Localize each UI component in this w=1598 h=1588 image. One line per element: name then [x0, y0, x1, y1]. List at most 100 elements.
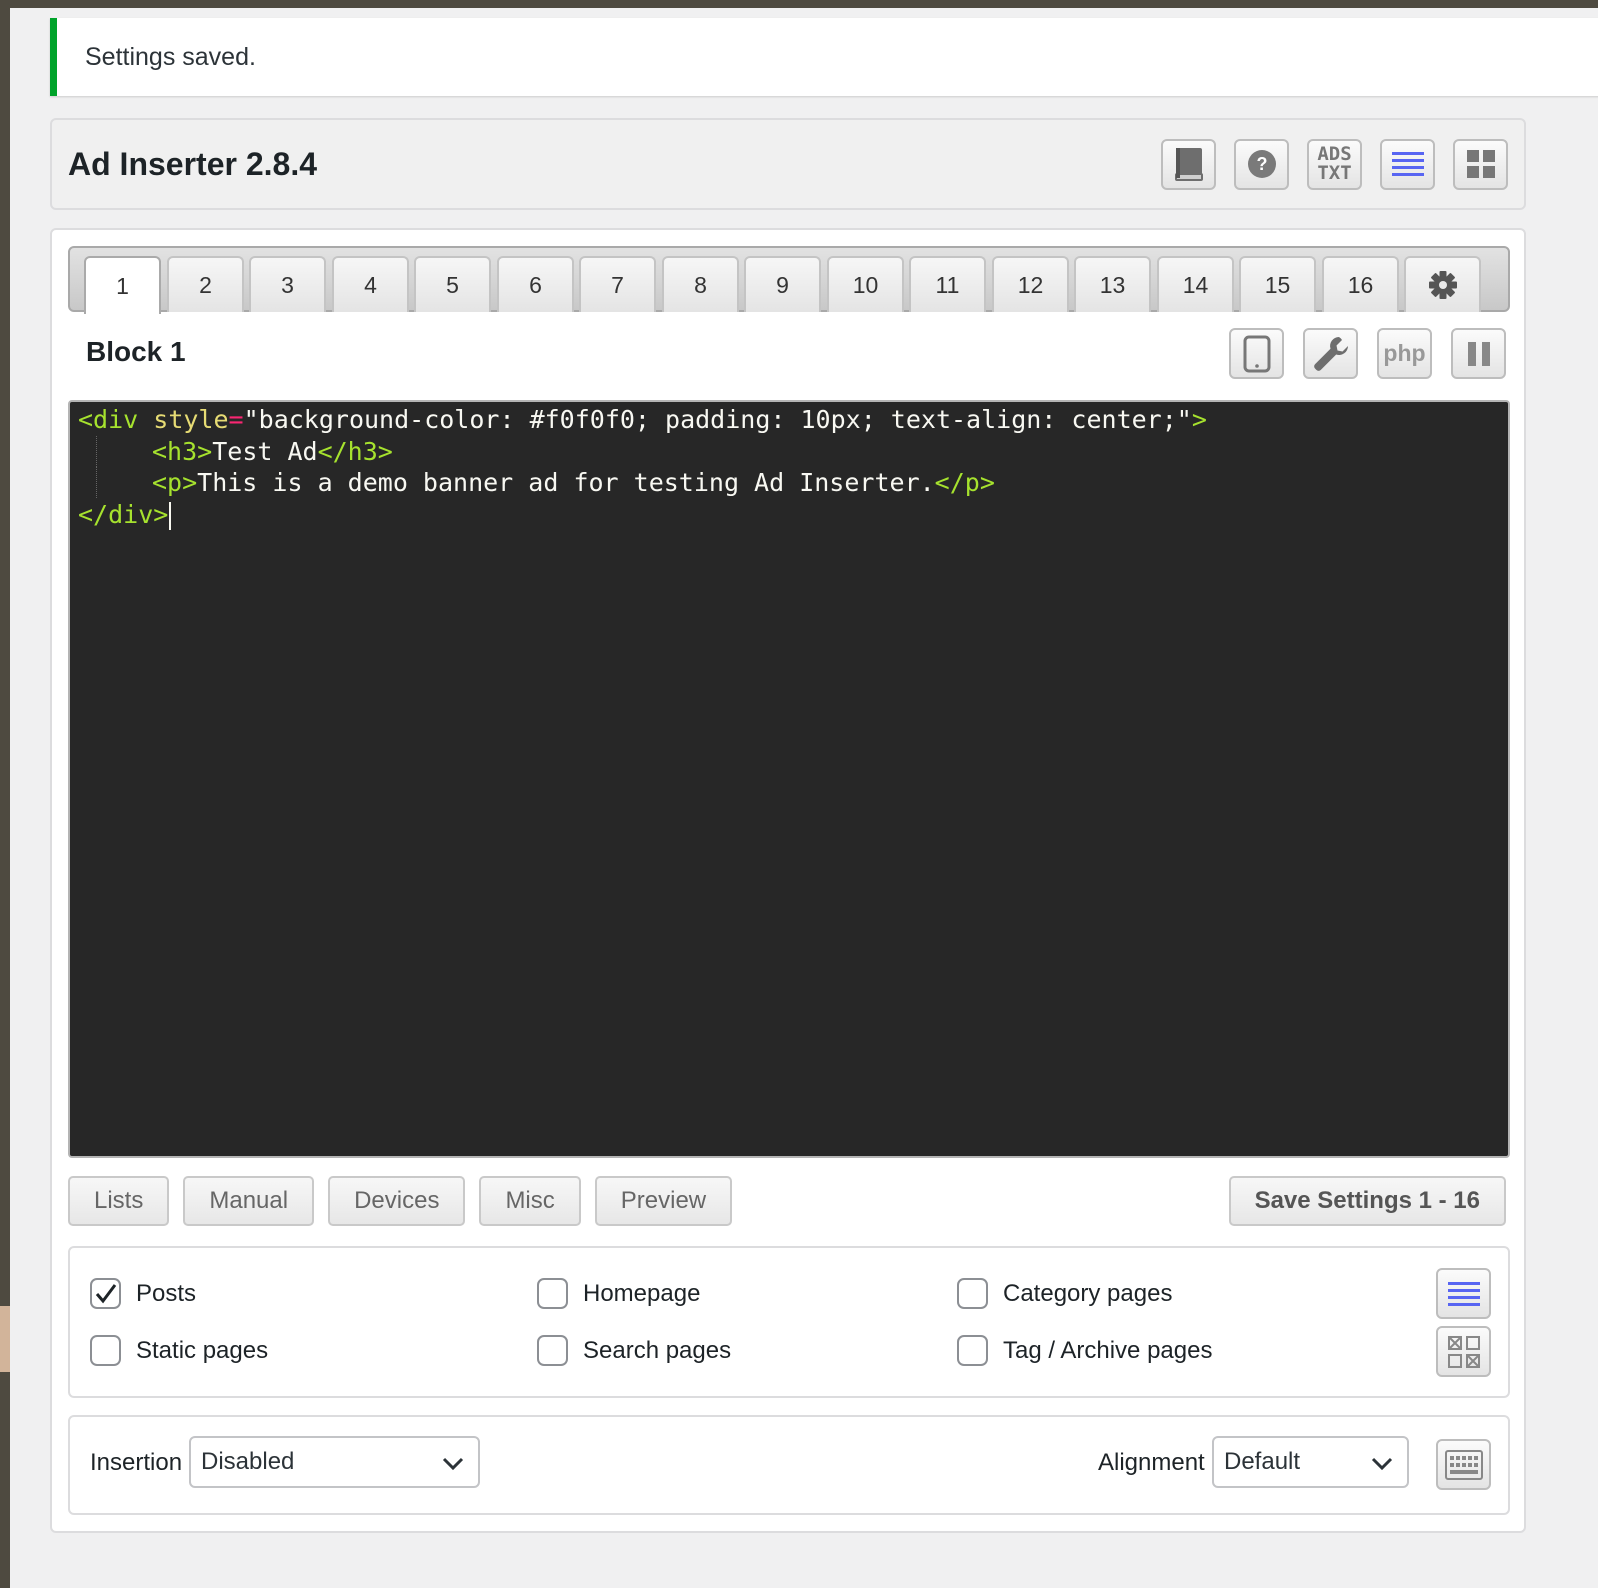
tab-3[interactable]: 3 [249, 256, 326, 312]
search-pages-option[interactable]: Search pages [537, 1335, 731, 1366]
header-toolbar: ? ADS TXT [1161, 138, 1508, 190]
save-settings-button[interactable]: Save Settings 1 - 16 [1228, 1176, 1506, 1226]
homepage-checkbox[interactable] [537, 1278, 568, 1309]
tab-14[interactable]: 14 [1157, 256, 1234, 312]
static-pages-checkbox[interactable] [90, 1335, 121, 1366]
code-token: </div> [78, 499, 169, 529]
code-editor[interactable]: <div style="background-color: #f0f0f0; p… [68, 400, 1510, 1158]
block-settings-panel: 1 2 3 4 5 6 7 8 9 10 11 12 13 14 15 16 B… [50, 228, 1526, 1533]
notice-text: Settings saved. [85, 42, 256, 71]
tab-7[interactable]: 7 [579, 256, 656, 312]
block-title: Block 1 [86, 336, 186, 367]
code-token: style [138, 405, 229, 434]
posts-option[interactable]: Posts [90, 1278, 196, 1309]
tab-settings[interactable] [1404, 256, 1481, 312]
php-label: php [1383, 340, 1426, 366]
code-token: "background-color: #f0f0f0; padding: 10p… [243, 405, 1192, 434]
code-token: <p> [152, 468, 198, 497]
grid-icon[interactable] [1453, 138, 1508, 190]
window-frame-mark [0, 1306, 10, 1372]
tab-16[interactable]: 16 [1322, 256, 1399, 312]
posts-label: Posts [136, 1279, 197, 1307]
code-line: <p>This is a demo banner ad for testing … [70, 467, 1508, 499]
tab-8[interactable]: 8 [662, 256, 739, 312]
search-pages-checkbox[interactable] [537, 1335, 568, 1366]
insertion-value: Disabled [201, 1448, 295, 1475]
category-pages-label: Category pages [1003, 1279, 1173, 1307]
alignment-select[interactable]: Default [1212, 1436, 1409, 1488]
window-frame-top [0, 0, 1598, 8]
static-pages-label: Static pages [136, 1336, 269, 1364]
book-icon[interactable] [1161, 138, 1216, 190]
pause-icon[interactable] [1451, 328, 1506, 379]
checkbox-grid-icon [1447, 1335, 1480, 1368]
keyboard-button[interactable] [1436, 1439, 1491, 1490]
toggle-checkboxes-button[interactable] [1436, 1326, 1491, 1377]
misc-button[interactable]: Misc [479, 1176, 581, 1226]
block-tabs: 1 2 3 4 5 6 7 8 9 10 11 12 13 14 15 16 [68, 246, 1510, 314]
indent-guide [96, 467, 152, 498]
checkmark-icon [95, 1283, 116, 1303]
tag-archive-pages-checkbox[interactable] [957, 1335, 988, 1366]
list-view-button[interactable] [1436, 1268, 1491, 1319]
devices-button[interactable]: Devices [328, 1176, 466, 1226]
chevron-down-icon [1371, 1457, 1393, 1471]
tablet-icon[interactable] [1229, 328, 1284, 379]
tag-archive-pages-option[interactable]: Tag / Archive pages [957, 1335, 1212, 1366]
insertion-box: Insertion Disabled Alignment Default [68, 1415, 1510, 1515]
code-line: <div style="background-color: #f0f0f0; p… [70, 404, 1508, 436]
preview-button[interactable]: Preview [594, 1176, 733, 1226]
chevron-down-icon [442, 1457, 464, 1471]
tab-10[interactable]: 10 [827, 256, 904, 312]
static-pages-option[interactable]: Static pages [90, 1335, 268, 1366]
page-types-box: Posts Homepage Category pages Static pag… [68, 1246, 1510, 1398]
code-token: <h3> [152, 436, 213, 466]
code-token: <div [78, 405, 139, 434]
tab-5[interactable]: 5 [414, 256, 491, 312]
code-token: = [228, 405, 244, 434]
lists-button[interactable]: Lists [68, 1176, 170, 1226]
posts-checkbox[interactable] [90, 1278, 121, 1309]
indent-guide [96, 435, 152, 467]
insertion-label: Insertion [90, 1449, 183, 1476]
gear-icon [1428, 271, 1457, 299]
homepage-option[interactable]: Homepage [537, 1278, 700, 1309]
code-line: </div> [70, 499, 1508, 531]
svg-text:?: ? [1256, 154, 1267, 174]
tab-6[interactable]: 6 [497, 256, 574, 312]
help-icon[interactable]: ? [1234, 138, 1289, 190]
list-icon [1447, 1281, 1480, 1306]
category-pages-option[interactable]: Category pages [957, 1278, 1172, 1309]
code-token: </h3> [317, 436, 393, 466]
wrench-icon[interactable] [1303, 328, 1358, 379]
ads-txt-icon[interactable]: ADS TXT [1307, 138, 1362, 190]
tab-1[interactable]: 1 [84, 256, 161, 314]
tab-2[interactable]: 2 [167, 256, 244, 312]
tab-13[interactable]: 13 [1074, 256, 1151, 312]
list-icon[interactable] [1380, 138, 1435, 190]
text-cursor [169, 501, 172, 530]
tab-4[interactable]: 4 [332, 256, 409, 312]
category-pages-checkbox[interactable] [957, 1278, 988, 1309]
php-icon[interactable]: php [1377, 328, 1432, 379]
alignment-value: Default [1224, 1448, 1301, 1475]
tab-9[interactable]: 9 [744, 256, 821, 312]
manual-button[interactable]: Manual [183, 1176, 315, 1226]
code-token: </p> [934, 468, 995, 497]
settings-saved-notice: Settings saved. [50, 18, 1598, 96]
code-token: This is a demo banner ad for testing Ad … [197, 468, 935, 497]
insertion-select[interactable]: Disabled [189, 1436, 480, 1488]
code-line: <h3>Test Ad</h3> [70, 435, 1508, 468]
plugin-header: Ad Inserter 2.8.4 ? ADS TXT [50, 118, 1526, 210]
ads-txt-line2: TXT [1317, 162, 1352, 184]
block-toolbar: php [1229, 328, 1506, 379]
tab-12[interactable]: 12 [992, 256, 1069, 312]
tag-archive-pages-label: Tag / Archive pages [1003, 1336, 1213, 1364]
tab-11[interactable]: 11 [909, 256, 986, 312]
search-pages-label: Search pages [583, 1336, 732, 1364]
block-options-toolbar: Lists Manual Devices Misc Preview [68, 1176, 733, 1226]
alignment-label: Alignment [1098, 1449, 1205, 1476]
code-token: Test Ad [212, 436, 318, 466]
tab-15[interactable]: 15 [1239, 256, 1316, 312]
code-token: > [1191, 405, 1207, 434]
